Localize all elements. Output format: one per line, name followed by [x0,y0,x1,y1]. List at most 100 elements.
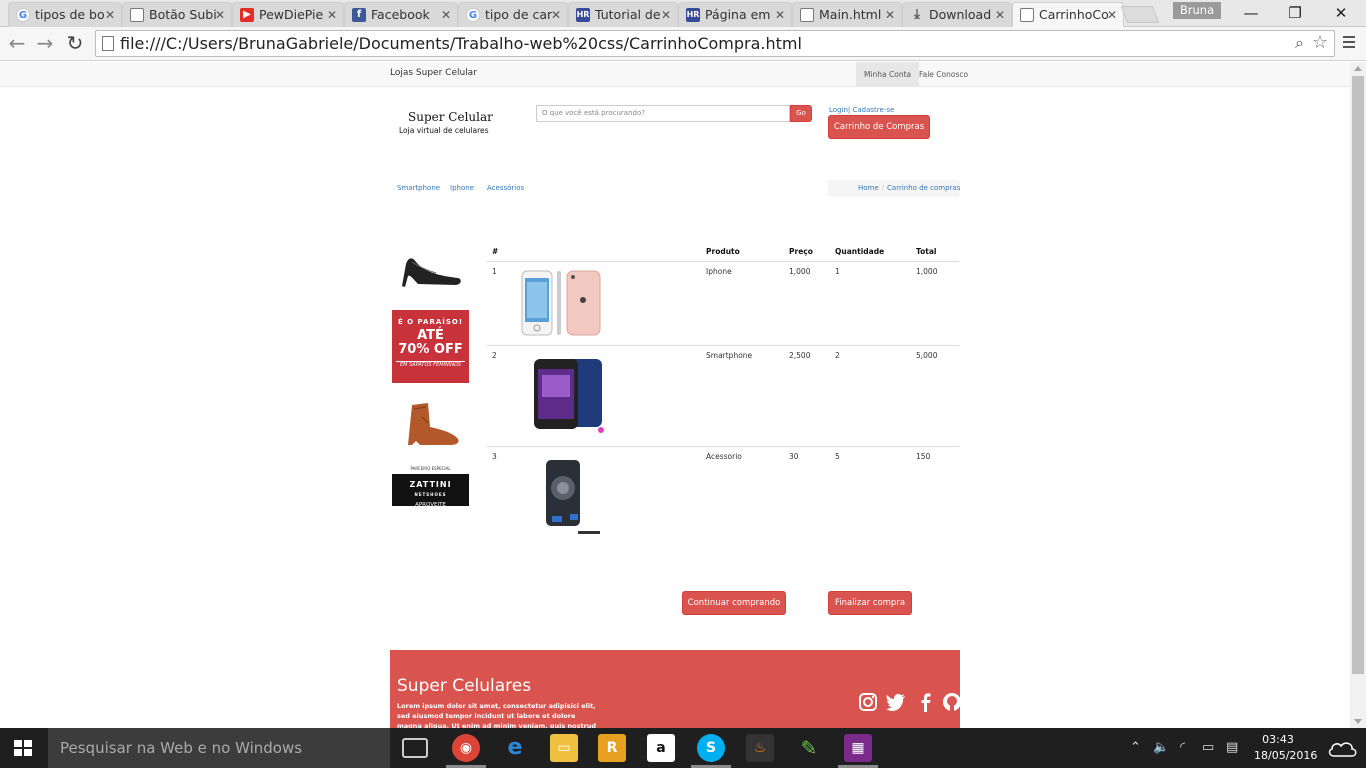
edge-icon[interactable]: e [501,734,529,762]
hr-icon: HR [576,8,590,22]
browser-tab[interactable]: f Facebook ✕ [344,2,458,27]
document-icon [130,8,144,22]
browser-tab[interactable]: Main.html ✕ [792,2,902,27]
facebook-icon[interactable] [916,692,936,712]
login-register-link[interactable]: Login| Cadastre-se [829,106,894,114]
close-tab-icon[interactable]: ✕ [775,3,785,27]
category-iphone[interactable]: Iphone [450,184,474,192]
table-row: 2 Smartphone 2,500 2 5,000 [487,346,959,447]
search-input[interactable]: O que você está procurando? [536,105,790,122]
task-view-icon[interactable] [402,738,428,758]
tab-strip: G tipos de bo ✕ Botão Subi ✕ ▶ PewDiePie… [0,0,1366,27]
tray-expand-icon[interactable]: ⌃ [1130,728,1141,768]
document-icon [1020,8,1034,22]
category-smartphone[interactable]: Smartphone [397,184,440,192]
ankle-boot-image [408,403,459,445]
nav-minha-conta[interactable]: Minha Conta [856,62,920,87]
taskbar-search-input[interactable]: Pesquisar na Web e no Windows [48,728,390,768]
page-icon [102,36,114,51]
onedrive-cloud-icon[interactable] [1326,738,1358,758]
volume-icon[interactable]: 🔈 [1153,728,1169,768]
ad-promo-banner[interactable]: É O PARAÍSO! ATÉ 70% OFF EM SAPATOS FEMI… [392,310,469,383]
google-icon: G [466,8,480,22]
smartphone-product-image [534,359,604,433]
browser-toolbar: ← → ↻ file:///C:/Users/BrunaGabriele/Doc… [0,27,1366,61]
close-tab-icon[interactable]: ✕ [441,3,451,27]
zoom-icon[interactable]: ⌕ [1295,33,1304,53]
iphone-product-image [521,270,601,336]
search-go-button[interactable]: Go [790,105,812,122]
close-tab-icon[interactable]: ✕ [1107,3,1117,27]
footer-text: Lorem ipsum dolor sit amet, consectetur … [397,702,597,728]
forward-icon[interactable]: → [32,30,58,56]
instagram-icon[interactable] [858,692,878,712]
scroll-up-icon[interactable] [1354,66,1362,71]
twitter-icon[interactable] [886,692,906,712]
close-tab-icon[interactable]: ✕ [661,3,671,27]
amazon-icon[interactable]: a [647,734,675,762]
windows-start-icon[interactable] [14,740,32,756]
shopping-cart-button[interactable]: Carrinho de Compras [828,115,930,139]
close-tab-icon[interactable]: ✕ [995,3,1005,27]
bookmark-star-icon[interactable]: ☆ [1312,32,1328,53]
file-explorer-icon[interactable]: ▭ [550,734,578,762]
wifi-icon[interactable]: ◜ [1180,728,1185,768]
address-bar[interactable]: file:///C:/Users/BrunaGabriele/Documents… [95,30,1335,57]
winrar-icon[interactable]: ▦ [844,734,872,762]
ad-high-heel[interactable] [392,244,469,290]
browser-tab[interactable]: HR Tutorial de ✕ [568,2,678,27]
checkout-button[interactable]: Finalizar compra [828,591,912,615]
action-center-icon[interactable]: ▤ [1226,728,1238,768]
minimize-icon[interactable]: — [1228,0,1274,26]
browser-tab-active[interactable]: CarrinhoCo ✕ [1012,2,1124,27]
flame-app-icon[interactable]: ♨ [746,734,774,762]
page-scrollbar[interactable] [1350,62,1366,728]
close-tab-icon[interactable]: ✕ [327,3,337,27]
back-icon[interactable]: ← [4,30,30,56]
navbar-brand[interactable]: Lojas Super Celular [390,68,477,78]
hr-icon: HR [686,8,700,22]
chrome-icon[interactable]: ◉ [452,734,480,762]
close-tab-icon[interactable]: ✕ [215,3,225,27]
cart-table-header: # Produto Preço Quantidade Total [487,242,959,262]
cart-table: # Produto Preço Quantidade Total 1 Iphon… [487,242,959,543]
footer-title: Super Celulares [397,676,532,696]
profile-button[interactable]: Bruna [1173,2,1221,19]
battery-icon[interactable]: ▭ [1202,728,1214,768]
browser-tab[interactable]: G tipos de bo ✕ [8,2,122,27]
browser-tab[interactable]: G tipo de car ✕ [458,2,568,27]
close-tab-icon[interactable]: ✕ [885,3,895,27]
skype-icon[interactable]: S [697,734,725,762]
browser-tab[interactable]: ▶ PewDiePie ✕ [232,2,344,27]
ad-ankle-boot[interactable] [392,397,469,449]
logo-title[interactable]: Super Celular [408,110,493,124]
browser-tab[interactable]: HR Página em ✕ [678,2,792,27]
nav-fale-conosco[interactable]: Fale Conosco [911,62,976,87]
taskbar-clock[interactable]: 03:43 18/05/2016 [1254,732,1317,764]
category-acessorios[interactable]: Acessórios [487,184,524,192]
github-icon[interactable] [942,692,962,712]
facebook-icon: f [352,8,366,22]
close-window-icon[interactable]: ✕ [1318,0,1364,26]
paint-app-icon[interactable]: ✎ [795,734,823,762]
web-page: Lojas Super Celular Minha Conta Fale Con… [0,62,1350,728]
browser-tab[interactable]: Botão Subi ✕ [122,2,232,27]
logo-subtitle: Loja virtual de celulares [399,126,489,135]
scrollbar-thumb[interactable] [1352,76,1364,674]
ad-zattini[interactable]: PARCEIRO ESPECIAL ZATTINI NETSHOES APROV… [392,466,469,508]
breadcrumb-current[interactable]: Carrinho de compras [887,184,960,192]
windows-taskbar: Pesquisar na Web e no Windows ◉ e ▭ R a … [0,728,1366,768]
r-app-icon[interactable]: R [598,734,626,762]
close-tab-icon[interactable]: ✕ [551,3,561,27]
scroll-down-icon[interactable] [1354,719,1362,724]
browser-tab[interactable]: ⤓ Download ✕ [902,2,1012,27]
chrome-menu-icon[interactable] [1340,33,1358,53]
url-text[interactable]: file:///C:/Users/BrunaGabriele/Documents… [120,34,802,54]
breadcrumb-home[interactable]: Home [858,184,879,192]
table-row: 1 Iphone 1,000 1 1,000 [487,262,959,346]
close-tab-icon[interactable]: ✕ [105,3,115,27]
new-tab-button[interactable] [1120,6,1160,23]
continue-shopping-button[interactable]: Continuar comprando [682,591,786,615]
restore-icon[interactable]: ❐ [1272,0,1318,26]
reload-icon[interactable]: ↻ [62,30,88,56]
